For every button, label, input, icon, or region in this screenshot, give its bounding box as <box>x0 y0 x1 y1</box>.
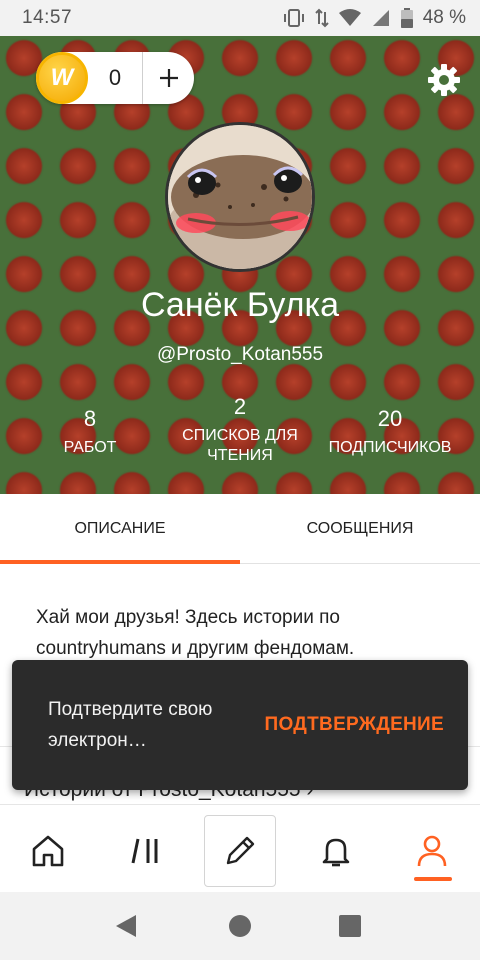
profile-icon <box>417 835 447 867</box>
verify-email-snackbar: Подтвердите свою электрон… ПОДТВЕРЖДЕНИЕ <box>12 660 468 790</box>
settings-button[interactable] <box>426 62 462 98</box>
bell-icon <box>322 838 350 867</box>
snackbar-message: Подтвердите свою электрон… <box>48 699 213 751</box>
coin-icon: W <box>36 52 88 104</box>
confirm-button[interactable]: ПОДТВЕРЖДЕНИЕ <box>265 714 444 736</box>
status-bar: 14:57 48 % <box>0 0 480 36</box>
data-arrows-icon <box>314 8 329 28</box>
library-icon <box>131 838 158 864</box>
coin-letter: W <box>50 64 74 91</box>
active-nav-indicator <box>414 877 452 881</box>
nav-notifications[interactable] <box>300 815 372 887</box>
nav-write[interactable] <box>204 815 276 887</box>
back-icon <box>116 915 136 937</box>
battery-percent: 48 % <box>422 7 466 28</box>
profile-tabs: ОПИСАНИЕ СООБЩЕНИЯ <box>0 494 480 565</box>
followers-label: ПОДПИСЧИКОВ <box>328 439 452 456</box>
lists-label: СПИСКОВ ДЛЯ ЧТЕНИЯ <box>182 427 298 464</box>
plus-icon <box>159 69 178 87</box>
gear-icon <box>428 64 460 96</box>
works-count: 8 <box>83 406 97 431</box>
tab-messages[interactable]: СООБЩЕНИЯ <box>240 494 480 564</box>
vibrate-icon <box>283 9 304 27</box>
nav-home[interactable] <box>12 815 84 887</box>
wifi-icon <box>338 9 361 26</box>
works-label: РАБОТ <box>63 439 117 456</box>
battery-icon <box>400 8 413 28</box>
avatar-image <box>168 125 312 269</box>
recents-button[interactable] <box>334 910 366 942</box>
system-nav-bar <box>0 892 480 960</box>
profile-handle: @Prosto_Kotan555 <box>156 344 324 365</box>
stat-works[interactable]: 8 РАБОТ <box>30 406 150 458</box>
status-icons: 48 % <box>283 7 466 29</box>
recents-icon <box>339 915 361 937</box>
signal-icon <box>372 10 389 26</box>
profile-description: Хай мои друзья! Здесь истории по country… <box>36 607 355 659</box>
nav-library[interactable] <box>110 815 182 887</box>
followers-count: 20 <box>377 406 403 431</box>
home-system-button[interactable] <box>224 910 256 942</box>
profile-header: W 0 Санёк Булка @Prosto_Kotan555 8 РАБОТ… <box>0 36 480 494</box>
stat-reading-lists[interactable]: 2 СПИСКОВ ДЛЯ ЧТЕНИЯ <box>160 394 320 466</box>
status-time: 14:57 <box>22 7 73 28</box>
coin-count: 0 <box>108 65 122 90</box>
home-icon <box>32 835 64 867</box>
avatar[interactable] <box>165 122 315 272</box>
add-coins-button[interactable] <box>143 52 194 104</box>
coin-balance[interactable]: W 0 <box>36 52 194 104</box>
stat-followers[interactable]: 20 ПОДПИСЧИКОВ <box>320 406 460 458</box>
tab-description[interactable]: ОПИСАНИЕ <box>0 494 240 565</box>
home-circle-icon <box>229 915 251 937</box>
profile-name: Санёк Булка <box>140 286 340 324</box>
write-icon <box>226 836 255 865</box>
back-button[interactable] <box>110 910 142 942</box>
lists-count: 2 <box>233 394 247 419</box>
bottom-nav <box>0 804 480 892</box>
